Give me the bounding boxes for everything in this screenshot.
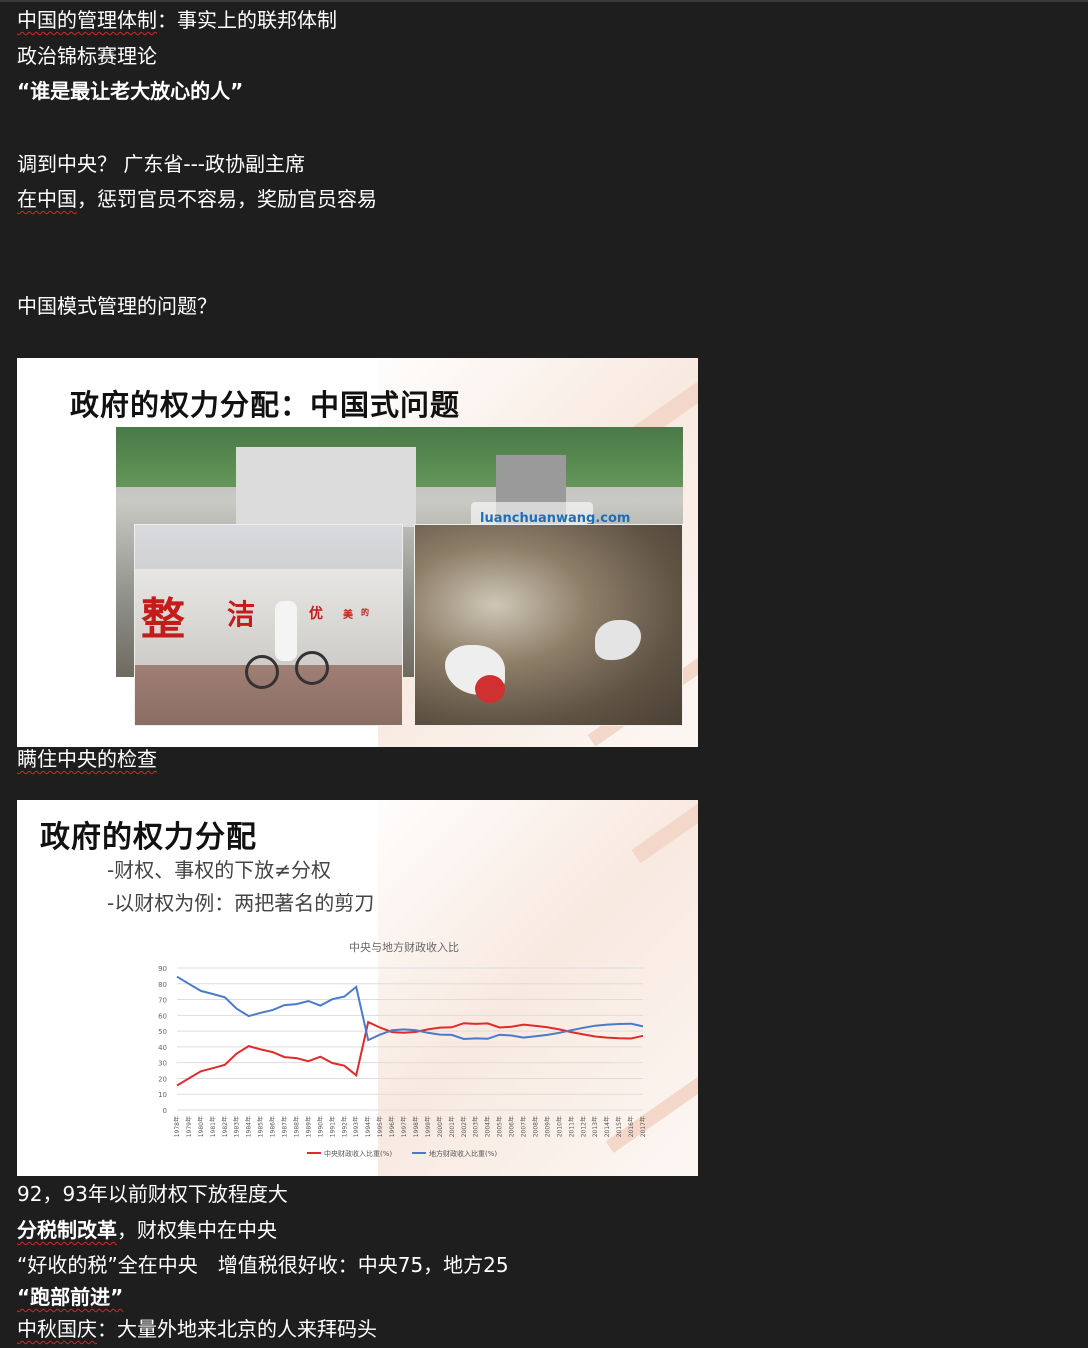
note-line-12-rest: ：大量外地来北京的人来拜码头 bbox=[97, 1317, 377, 1341]
x-tick-label: 1988年 bbox=[292, 1116, 300, 1137]
note-line-9: 分税制改革，财权集中在中央 bbox=[17, 1216, 277, 1244]
x-tick-label: 1990年 bbox=[316, 1116, 324, 1137]
note-line-1-rest: ：事实上的联邦体制 bbox=[157, 8, 337, 32]
x-tick-label: 2001年 bbox=[448, 1116, 456, 1137]
x-tick-label: 1991年 bbox=[328, 1116, 336, 1137]
slide-image-1: 政府的权力分配：中国式问题 luanchuanwang.com 整 洁 优 美 … bbox=[17, 358, 698, 747]
wall-char-2: 洁 bbox=[227, 598, 256, 631]
x-tick-label: 2010年 bbox=[555, 1116, 563, 1137]
revenue-ratio-chart: 中央与地方财政收入比 0 10 20 30 40 50 60 70 80 90 1978年 1979年… bbox=[158, 940, 647, 1158]
wall-char-5: 的 bbox=[361, 607, 369, 617]
x-tick-label: 1984年 bbox=[245, 1116, 253, 1137]
x-tick-label: 1994年 bbox=[364, 1116, 372, 1137]
slide-image-2: 政府的权力分配 -财权、事权的下放≠分权 -以财权为例：两把著名的剪刀 中央与地… bbox=[17, 800, 698, 1176]
photo-garbage bbox=[414, 524, 683, 726]
x-tick-label: 1987年 bbox=[281, 1116, 289, 1137]
x-tick-label: 2012年 bbox=[579, 1116, 587, 1137]
legend-label-2: 地方财政收入比重(%) bbox=[429, 1149, 497, 1158]
series-line-2 bbox=[176, 975, 644, 1042]
y-tick-label: 70 bbox=[158, 997, 167, 1005]
x-tick-label: 2004年 bbox=[484, 1116, 492, 1137]
x-tick-label: 1983年 bbox=[233, 1116, 241, 1137]
x-tick-label: 2013年 bbox=[591, 1116, 599, 1137]
note-line-12-term: 中秋国庆 bbox=[17, 1317, 97, 1341]
y-tick-label: 50 bbox=[158, 1028, 167, 1036]
x-tick-label: 1986年 bbox=[269, 1116, 277, 1137]
note-line-12: 中秋国庆：大量外地来北京的人来拜码头 bbox=[17, 1315, 377, 1343]
note-line-3: “谁是最让老大放心的人” bbox=[17, 79, 244, 103]
x-tick-label: 1995年 bbox=[376, 1116, 384, 1137]
x-tick-label: 2003年 bbox=[472, 1116, 480, 1137]
note-line-2: 政治锦标赛理论 bbox=[17, 44, 157, 68]
x-tick-label: 2017年 bbox=[639, 1116, 647, 1137]
x-tick-label: 2006年 bbox=[508, 1116, 516, 1137]
y-tick-label: 40 bbox=[158, 1044, 167, 1052]
x-tick-label: 1998年 bbox=[412, 1116, 420, 1137]
y-tick-label: 80 bbox=[158, 981, 167, 989]
x-tick-label: 2014年 bbox=[603, 1116, 611, 1137]
x-tick-label: 2007年 bbox=[520, 1116, 528, 1137]
x-tick-label: 2015年 bbox=[615, 1116, 623, 1137]
x-tick-label: 1981年 bbox=[209, 1116, 217, 1137]
slide-1-title: 政府的权力分配：中国式问题 bbox=[70, 388, 461, 422]
x-tick-label: 2002年 bbox=[460, 1116, 468, 1137]
chart-title: 中央与地方财政收入比 bbox=[349, 940, 459, 954]
wall-char-3: 优 bbox=[309, 606, 323, 622]
note-line-7-text: 瞒住中央的检查 bbox=[17, 747, 157, 771]
note-line-11-text: “跑部前进” bbox=[17, 1285, 124, 1309]
note-line-5-rest: ，惩罚官员不容易，奖励官员容易 bbox=[77, 187, 377, 211]
x-tick-label: 2011年 bbox=[567, 1116, 575, 1137]
x-tick-label: 1978年 bbox=[173, 1116, 181, 1137]
bike-wheel bbox=[245, 655, 279, 689]
legend-label-1: 中央财政收入比重(%) bbox=[324, 1149, 392, 1158]
cyclist bbox=[275, 601, 297, 661]
note-line-5-term: 在中国 bbox=[17, 187, 77, 211]
x-tick-label: 2009年 bbox=[543, 1116, 551, 1137]
note-line-1: 中国的管理体制：事实上的联邦体制 bbox=[17, 6, 337, 34]
y-tick-label: 0 bbox=[163, 1107, 167, 1115]
bike-wheel bbox=[295, 651, 329, 685]
x-tick-label: 1997年 bbox=[400, 1116, 408, 1137]
y-tick-label: 20 bbox=[158, 1075, 167, 1083]
y-tick-label: 30 bbox=[158, 1060, 167, 1068]
note-line-10: “好收的税”全在中央 增值税很好收：中央75，地方25 bbox=[17, 1253, 509, 1277]
x-tick-label: 2016年 bbox=[627, 1116, 635, 1137]
wall-char-4: 美 bbox=[343, 610, 353, 621]
x-tick-label: 1992年 bbox=[340, 1116, 348, 1137]
y-tick-label: 90 bbox=[158, 965, 167, 973]
x-tick-label: 1989年 bbox=[304, 1116, 312, 1137]
note-line-11: “跑部前进” bbox=[17, 1283, 123, 1311]
top-border bbox=[0, 0, 1088, 2]
x-tick-label: 1982年 bbox=[221, 1116, 229, 1137]
note-line-1-term: 中国的管理体制 bbox=[17, 8, 157, 32]
note-line-8: 92，93年以前财权下放程度大 bbox=[17, 1182, 288, 1206]
photo-wall-slogan: 整 洁 优 美 的 bbox=[134, 524, 403, 726]
note-line-9-term: 分税制改革 bbox=[17, 1218, 117, 1242]
y-tick-label: 60 bbox=[158, 1012, 167, 1020]
x-tick-label: 2005年 bbox=[496, 1116, 504, 1137]
wall-char-1: 整 bbox=[141, 594, 185, 645]
slogan-wall: 整 洁 优 美 的 bbox=[135, 569, 402, 665]
x-tick-label: 2008年 bbox=[531, 1116, 539, 1137]
note-line-9-rest: ，财权集中在中央 bbox=[117, 1218, 277, 1242]
note-line-7: 瞒住中央的检查 bbox=[17, 745, 157, 773]
y-tick-label: 10 bbox=[158, 1091, 167, 1099]
x-tick-label: 1993年 bbox=[352, 1116, 360, 1137]
note-line-5: 在中国，惩罚官员不容易，奖励官员容易 bbox=[17, 185, 377, 213]
note-line-4: 调到中央？ 广东省---政协副主席 bbox=[17, 152, 306, 176]
x-tick-label: 1980年 bbox=[197, 1116, 205, 1137]
note-line-6: 中国模式管理的问题？ bbox=[17, 294, 217, 318]
x-tick-label: 1996年 bbox=[388, 1116, 396, 1137]
x-tick-label: 1999年 bbox=[424, 1116, 432, 1137]
x-tick-label: 1985年 bbox=[257, 1116, 265, 1137]
x-tick-label: 1979年 bbox=[185, 1116, 193, 1137]
x-tick-label: 2000年 bbox=[436, 1116, 444, 1137]
